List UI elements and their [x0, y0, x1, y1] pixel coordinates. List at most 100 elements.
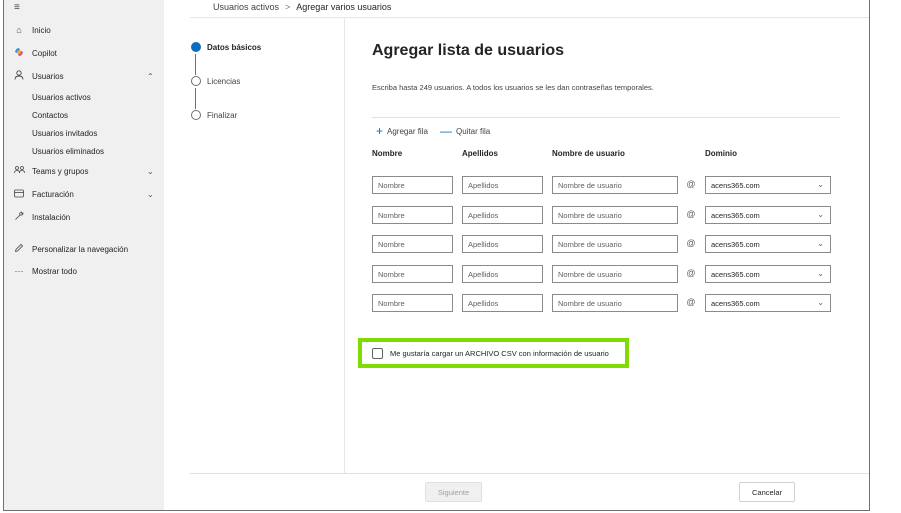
header-divider: [190, 17, 869, 18]
username-input[interactable]: [552, 294, 678, 312]
nav-item-contactos[interactable]: Contactos: [4, 106, 164, 124]
nav-item-personalizar[interactable]: Personalizar la navegación: [4, 240, 164, 258]
breadcrumb-current: Agregar varios usuarios: [296, 2, 392, 12]
column-header-domain: Dominio: [705, 149, 737, 158]
domain-dropdown[interactable]: acens365.com ⌄: [705, 294, 831, 312]
chevron-down-icon: ⌄: [817, 210, 824, 219]
breadcrumb-parent-link[interactable]: Usuarios activos: [213, 2, 279, 12]
nav-item-label: Personalizar la navegación: [32, 244, 129, 254]
remove-row-button[interactable]: — Quitar fila: [440, 125, 490, 137]
column-header-last-name: Apellidos: [462, 149, 499, 158]
nav-item-instalacion[interactable]: Instalación: [4, 208, 164, 226]
wrench-icon: [13, 211, 25, 223]
first-name-input[interactable]: [372, 206, 453, 224]
csv-upload-option[interactable]: Me gustaría cargar un ARCHIVO CSV con in…: [358, 338, 629, 368]
nav-item-copilot[interactable]: Copilot: [4, 44, 164, 62]
page-title: Agregar lista de usuarios: [372, 42, 565, 59]
ellipsis-icon: ···: [14, 265, 24, 276]
nav-item-label: Copilot: [32, 48, 57, 58]
first-name-input[interactable]: [372, 176, 453, 194]
footer-divider: [190, 473, 869, 474]
username-input[interactable]: [552, 265, 678, 283]
step-connector: [195, 54, 196, 75]
remove-row-label: Quitar fila: [456, 126, 491, 136]
minus-icon: —: [440, 124, 452, 138]
username-input[interactable]: [552, 206, 678, 224]
column-header-first-name: Nombre: [372, 149, 403, 158]
nav-item-usuarios[interactable]: Usuarios ⌃: [4, 67, 164, 85]
domain-value: acens365.com: [711, 298, 760, 308]
nav-item-label: Facturación: [32, 189, 74, 199]
step-finalizar: Finalizar: [191, 110, 237, 120]
teams-icon: [13, 165, 25, 177]
last-name-input[interactable]: [462, 294, 543, 312]
breadcrumb: Usuarios activos > Agregar varios usuarios: [213, 2, 391, 12]
nav-item-mostrar-todo[interactable]: ··· Mostrar todo: [4, 262, 164, 280]
nav-item-facturacion[interactable]: Facturación ⌄: [4, 185, 164, 203]
last-name-input[interactable]: [462, 265, 543, 283]
first-name-input[interactable]: [372, 294, 453, 312]
chevron-down-icon: ⌄: [147, 166, 154, 176]
person-icon: [13, 70, 25, 82]
nav-item-inicio[interactable]: ⌂ Inicio: [4, 21, 164, 39]
nav-item-label: Usuarios eliminados: [32, 146, 105, 156]
domain-dropdown[interactable]: acens365.com ⌄: [705, 265, 831, 283]
nav-item-teams[interactable]: Teams y grupos ⌄: [4, 162, 164, 180]
csv-checkbox[interactable]: [372, 347, 383, 359]
username-input[interactable]: [552, 176, 678, 194]
step-licencias: Licencias: [191, 76, 240, 86]
plus-icon: +: [376, 124, 384, 138]
domain-dropdown[interactable]: acens365.com ⌄: [705, 206, 831, 224]
domain-dropdown[interactable]: acens365.com ⌄: [705, 235, 831, 253]
at-sign: @: [686, 268, 696, 278]
add-row-button[interactable]: + Agregar fila: [376, 125, 428, 137]
step-pending-icon: [191, 110, 201, 120]
hamburger-icon[interactable]: ≡: [14, 2, 20, 13]
nav-item-label: Mostrar todo: [32, 266, 77, 276]
at-sign: @: [686, 238, 696, 248]
chevron-down-icon: ⌄: [817, 239, 824, 248]
domain-value: acens365.com: [711, 269, 760, 279]
page-description: Escriba hasta 249 usuarios. A todos los …: [372, 83, 654, 92]
window-frame-right: [869, 0, 870, 511]
section-divider: [372, 117, 840, 118]
step-pending-icon: [191, 76, 201, 86]
left-navigation: ≡ ⌂ Inicio Copilot Usuarios ⌃ Usuarios a…: [4, 0, 164, 510]
chevron-down-icon: ⌄: [817, 180, 824, 189]
first-name-input[interactable]: [372, 235, 453, 253]
step-label: Licencias: [207, 76, 241, 86]
breadcrumb-separator: >: [285, 2, 291, 12]
chevron-down-icon: ⌄: [817, 269, 824, 278]
panel-divider: [344, 18, 345, 473]
nav-item-usuarios-invitados[interactable]: Usuarios invitados: [4, 124, 164, 142]
username-input[interactable]: [552, 235, 678, 253]
nav-item-label: Instalación: [32, 212, 71, 222]
nav-item-usuarios-eliminados[interactable]: Usuarios eliminados: [4, 142, 164, 160]
last-name-input[interactable]: [462, 176, 543, 194]
step-datos-basicos: Datos básicos: [191, 42, 261, 52]
step-label: Finalizar: [207, 110, 238, 120]
first-name-input[interactable]: [372, 265, 453, 283]
domain-dropdown[interactable]: acens365.com ⌄: [705, 176, 831, 194]
step-label: Datos básicos: [207, 42, 262, 52]
copilot-icon: [13, 47, 25, 59]
csv-checkbox-label: Me gustaría cargar un ARCHIVO CSV con in…: [390, 348, 609, 358]
nav-item-label: Usuarios activos: [32, 92, 91, 102]
chevron-down-icon: ⌄: [817, 298, 824, 307]
domain-value: acens365.com: [711, 239, 760, 249]
add-row-label: Agregar fila: [387, 126, 428, 136]
nav-item-label: Usuarios: [32, 71, 64, 81]
at-sign: @: [686, 209, 696, 219]
last-name-input[interactable]: [462, 235, 543, 253]
nav-item-label: Teams y grupos: [32, 166, 89, 176]
cancel-button[interactable]: Cancelar: [739, 482, 795, 502]
step-connector: [195, 88, 196, 109]
at-sign: @: [686, 179, 696, 189]
last-name-input[interactable]: [462, 206, 543, 224]
next-button[interactable]: Siguiente: [425, 482, 482, 502]
pencil-icon: [13, 243, 25, 255]
nav-item-usuarios-activos[interactable]: Usuarios activos: [4, 88, 164, 106]
domain-value: acens365.com: [711, 180, 760, 190]
nav-item-label: Inicio: [32, 25, 51, 35]
domain-value: acens365.com: [711, 210, 760, 220]
